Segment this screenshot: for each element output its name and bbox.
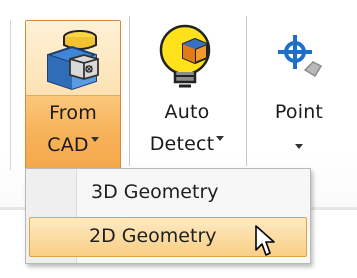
menu-item-3d-geometry[interactable]: 3D Geometry — [29, 174, 307, 214]
from-cad-label-line2: CAD — [26, 133, 120, 157]
point-button[interactable]: Point — [253, 20, 345, 170]
auto-detect-bulb-icon — [159, 24, 211, 88]
menu-item-label: 2D Geometry — [89, 225, 217, 247]
auto-detect-label-line1: Auto — [164, 101, 210, 123]
menu-item-label: 3D Geometry — [91, 181, 219, 203]
auto-detect-label-line2: Detect — [135, 132, 239, 156]
chevron-down-icon — [216, 136, 225, 141]
from-cad-button[interactable]: From CAD — [25, 20, 121, 170]
point-label: Point — [274, 101, 324, 123]
chevron-down-icon — [295, 144, 303, 149]
point-crosshair-icon — [278, 35, 323, 78]
ribbon-separator — [129, 16, 130, 166]
from-cad-label-line1: From — [49, 102, 97, 124]
cad-import-icon — [47, 30, 99, 91]
point-dropdown-arrow[interactable] — [253, 136, 345, 155]
auto-detect-button[interactable]: Auto Detect — [135, 20, 239, 170]
chevron-down-icon — [90, 137, 99, 142]
mouse-pointer-icon — [255, 225, 275, 256]
ribbon-left-edge — [10, 20, 11, 170]
ribbon-separator — [246, 16, 247, 166]
